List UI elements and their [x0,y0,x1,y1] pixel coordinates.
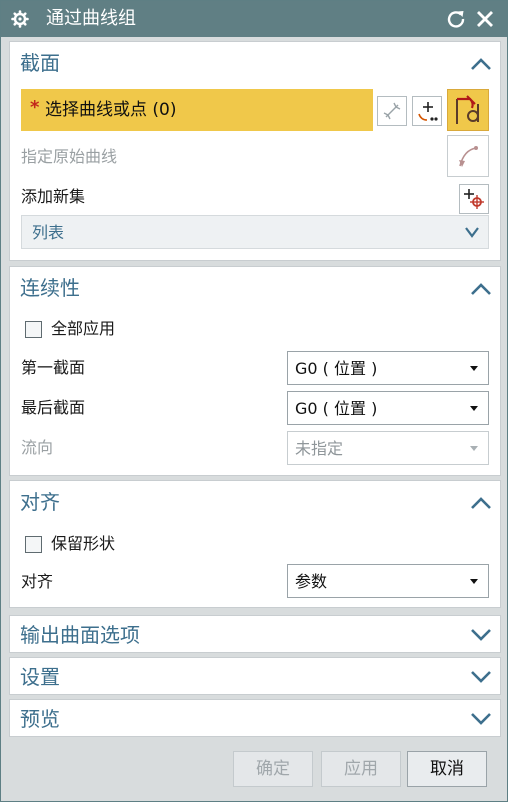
dropdown-arrow-icon [470,579,478,584]
flow-direction-value: 未指定 [295,439,344,458]
preview-panel[interactable]: 预览 [9,699,501,737]
curve-select-button[interactable] [447,89,489,131]
flow-direction-dropdown[interactable]: 未指定 [287,431,489,465]
cancel-button[interactable]: 取消 [407,751,487,787]
dropdown-arrow-icon [470,446,478,451]
section-panel: 截面 * 选择曲线或点 (0) 指定原始曲线 添加新集 列表 [9,41,501,261]
last-section-label: 最后截面 [21,398,86,417]
last-section-value: G0 ( 位置 ) [295,399,378,418]
preserve-shape-checkbox[interactable] [25,536,42,553]
align-value: 参数 [295,572,328,591]
settings-title: 设置 [20,665,60,689]
last-section-dropdown[interactable]: G0 ( 位置 ) [287,391,489,425]
dropdown-arrow-icon [470,366,478,371]
chevron-up-icon[interactable] [470,495,492,511]
settings-panel[interactable]: 设置 [9,657,501,695]
list-toggle[interactable]: 列表 [21,215,489,249]
apply-button[interactable]: 应用 [321,751,401,787]
ok-button[interactable]: 确定 [233,751,313,787]
reset-icon[interactable] [444,7,468,31]
output-surface-panel[interactable]: 输出曲面选项 [9,615,501,653]
output-surface-title: 输出曲面选项 [20,623,140,647]
add-new-set-button[interactable] [459,184,489,214]
preserve-shape-label: 保留形状 [51,534,116,553]
first-section-label: 第一截面 [21,358,86,377]
apply-all-label: 全部应用 [51,319,116,338]
curve-select-icon [456,95,479,124]
chevron-up-icon[interactable] [470,56,492,72]
close-icon[interactable] [473,7,497,31]
deselect-button[interactable] [377,96,407,126]
curve-direction-icon [459,146,478,167]
flow-direction-label: 流向 [21,438,54,457]
align-dropdown[interactable]: 参数 [287,564,489,598]
required-mark: * [30,97,40,118]
chevron-down-icon[interactable] [470,669,492,685]
alignment-title[interactable]: 对齐 [20,489,60,515]
select-curve-label: 选择曲线或点 (0) [45,100,177,120]
continuity-title[interactable]: 连续性 [20,275,80,301]
window-title: 通过曲线组 [46,8,136,29]
alignment-panel: 对齐 保留形状 对齐 参数 [9,480,501,608]
point-plus-icon [418,102,438,121]
continuity-panel: 连续性 全部应用 第一截面 G0 ( 位置 ) 最后截面 G0 ( 位置 ) 流… [9,266,501,476]
first-section-dropdown[interactable]: G0 ( 位置 ) [287,351,489,385]
section-title[interactable]: 截面 [20,50,60,76]
apply-all-checkbox[interactable] [25,321,42,338]
add-set-icon [464,189,484,209]
specify-original-curve-button[interactable] [447,135,489,177]
chevron-down-icon[interactable] [470,711,492,727]
list-label: 列表 [32,223,65,242]
chevron-up-icon[interactable] [470,281,492,297]
align-label: 对齐 [21,572,54,591]
chevron-down-icon[interactable] [470,627,492,643]
preview-title: 预览 [20,707,60,731]
dialog: 通过曲线组 截面 * 选择曲线或点 (0) 指定原始曲线 添加新集 列表 连续性… [0,0,508,802]
chevron-down-icon [465,227,479,238]
title-bar: 通过曲线组 [1,1,507,37]
dropdown-arrow-icon [470,406,478,411]
add-point-button[interactable] [412,96,442,126]
shrink-arrows-icon [383,102,401,120]
first-section-value: G0 ( 位置 ) [295,359,378,378]
select-curve-field[interactable]: * 选择曲线或点 (0) [21,89,373,131]
gear-icon[interactable] [11,10,29,28]
add-new-set-label: 添加新集 [21,187,86,206]
specify-original-curve-label: 指定原始曲线 [21,147,118,166]
